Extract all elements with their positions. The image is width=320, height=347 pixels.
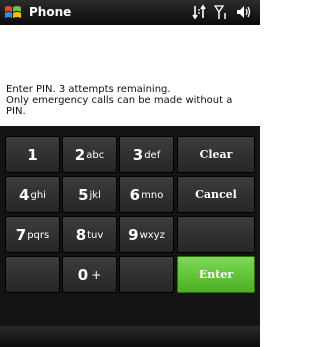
windows-start-icon[interactable]	[4, 4, 22, 21]
key-letters: ghi	[30, 189, 46, 201]
blank-key-left	[5, 256, 60, 293]
key-digit: 0	[77, 265, 89, 284]
key-letters: wxyz	[139, 229, 165, 241]
key-6[interactable]: 6 mno	[119, 176, 174, 213]
cancel-label: Cancel	[195, 188, 237, 201]
enter-button[interactable]: Enter	[177, 256, 255, 293]
enter-label: Enter	[198, 268, 234, 281]
message-area: Enter PIN. 3 attempts remaining. Only em…	[0, 25, 260, 126]
message-line: PIN.	[6, 106, 26, 117]
message-line: Enter PIN. 3 attempts remaining.	[6, 84, 171, 95]
blank-key-right	[177, 216, 255, 253]
key-letters: +	[91, 268, 102, 282]
key-3[interactable]: 3 def	[119, 136, 174, 173]
pin-message: Enter PIN. 3 attempts remaining. Only em…	[6, 84, 256, 117]
key-4[interactable]: 4 ghi	[5, 176, 60, 213]
key-5[interactable]: 5 jkl	[62, 176, 117, 213]
key-9[interactable]: 9 wxyz	[119, 216, 174, 253]
key-digit: 4	[19, 185, 30, 204]
signal-icon[interactable]	[214, 4, 228, 20]
connectivity-icon[interactable]	[192, 4, 206, 20]
key-letters: mno	[141, 189, 164, 201]
key-1[interactable]: 1	[5, 136, 60, 173]
key-letters: pqrs	[27, 229, 50, 241]
key-0[interactable]: 0 +	[62, 256, 117, 293]
clear-label: Clear	[199, 148, 233, 161]
key-digit: 7	[15, 225, 27, 244]
status-icons	[192, 4, 252, 20]
speaker-icon[interactable]	[236, 4, 252, 20]
key-letters: jkl	[89, 189, 101, 201]
key-letters: abc	[86, 149, 105, 161]
key-2[interactable]: 2 abc	[62, 136, 117, 173]
key-8[interactable]: 8 tuv	[62, 216, 117, 253]
softkey-bar	[0, 326, 260, 347]
key-letters: def	[144, 149, 161, 161]
key-digit: 2	[74, 145, 86, 164]
clear-button[interactable]: Clear	[177, 136, 255, 173]
message-line: Only emergency calls can be made without…	[6, 95, 233, 106]
cancel-button[interactable]: Cancel	[177, 176, 255, 213]
title-bar: Phone	[0, 0, 260, 25]
key-letters: tuv	[87, 229, 104, 241]
key-digit: 3	[132, 145, 144, 164]
key-digit: 5	[78, 185, 89, 204]
key-7[interactable]: 7 pqrs	[5, 216, 60, 253]
keypad: 1 2 abc 3 def Clear 4 ghi 5 jkl 6 mno Ca…	[0, 126, 260, 326]
key-digit: 8	[75, 225, 87, 244]
app-title: Phone	[29, 5, 72, 19]
key-digit: 1	[27, 145, 38, 164]
key-digit: 9	[128, 225, 139, 244]
key-digit: 6	[129, 185, 141, 204]
blank-key-middle	[119, 256, 174, 293]
